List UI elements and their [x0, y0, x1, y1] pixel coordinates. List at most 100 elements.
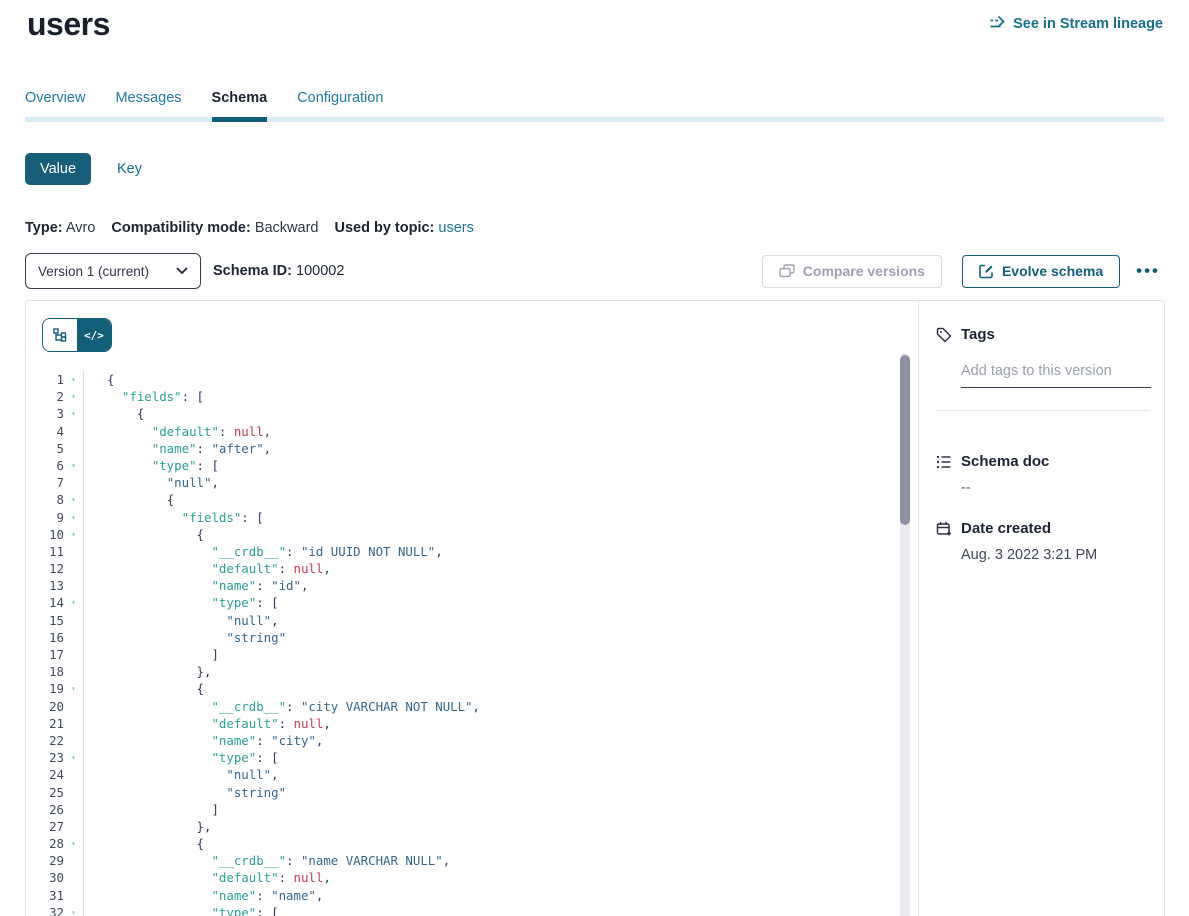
code-text: {: [83, 526, 900, 543]
code-text: "null",: [83, 474, 900, 491]
code-text: "name": "id",: [83, 577, 900, 594]
chevron-down-icon: [176, 267, 188, 275]
fold-gutter-spacer: [64, 474, 83, 491]
compatibility-field: Compatibility mode: Backward: [111, 220, 318, 236]
schema-doc-value: --: [961, 480, 1150, 496]
line-number: 21: [26, 715, 64, 732]
compare-versions-label: Compare versions: [803, 263, 925, 279]
code-lines: 1▾{2▾ "fields": [3▾ {4 "default": null,5…: [26, 371, 900, 916]
evolve-schema-label: Evolve schema: [1002, 263, 1103, 279]
stream-lineage-link[interactable]: See in Stream lineage: [989, 16, 1163, 32]
code-text: "type": [: [83, 457, 900, 474]
more-actions-button[interactable]: •••: [1132, 261, 1164, 281]
code-line: 3▾ {: [26, 405, 900, 422]
fold-toggle-icon[interactable]: ▾: [64, 594, 83, 611]
fold-toggle-icon[interactable]: ▾: [64, 388, 83, 405]
calendar-plus-icon: [936, 521, 952, 537]
line-number: 6: [26, 457, 64, 474]
fold-toggle-icon[interactable]: ▾: [64, 749, 83, 766]
fold-toggle-icon[interactable]: ▾: [64, 457, 83, 474]
fold-gutter-spacer: [64, 560, 83, 577]
tab-configuration[interactable]: Configuration: [297, 90, 383, 106]
code-line: 24 "null",: [26, 766, 900, 783]
code-view-icon: </>: [84, 329, 104, 342]
code-text: "__crdb__": "name VARCHAR NULL",: [83, 852, 900, 869]
tab-overview[interactable]: Overview: [25, 90, 85, 106]
code-line: 29 "__crdb__": "name VARCHAR NULL",: [26, 852, 900, 869]
line-number: 16: [26, 629, 64, 646]
code-line: 32▾ "type": [: [26, 904, 900, 916]
fold-gutter-spacer: [64, 543, 83, 560]
type-label: Type:: [25, 220, 63, 236]
schema-id-value: 100002: [296, 263, 344, 279]
sidebar-divider: [936, 410, 1150, 411]
code-line: 19▾ {: [26, 680, 900, 697]
editor-scrollbar-thumb[interactable]: [900, 355, 910, 525]
code-line: 20 "__crdb__": "city VARCHAR NOT NULL",: [26, 698, 900, 715]
version-select[interactable]: Version 1 (current): [25, 253, 201, 289]
fold-toggle-icon[interactable]: ▾: [64, 904, 83, 916]
schema-sidebar: Tags Schema doc --: [918, 301, 1164, 916]
code-line: 28▾ {: [26, 835, 900, 852]
compare-versions-button[interactable]: Compare versions: [762, 255, 942, 288]
code-line: 2▾ "fields": [: [26, 388, 900, 405]
editor-scrollbar-track[interactable]: [900, 353, 910, 916]
code-text: "string": [83, 784, 900, 801]
fold-gutter-spacer: [64, 577, 83, 594]
version-toolbar: Version 1 (current) Schema ID: 100002 Co…: [25, 253, 1164, 289]
code-text: "default": null,: [83, 715, 900, 732]
fold-gutter-spacer: [64, 869, 83, 886]
line-number: 17: [26, 646, 64, 663]
code-line: 15 "null",: [26, 612, 900, 629]
code-line: 27 },: [26, 818, 900, 835]
tab-messages[interactable]: Messages: [115, 90, 181, 106]
line-number: 12: [26, 560, 64, 577]
code-line: 14▾ "type": [: [26, 594, 900, 611]
stream-lineage-label: See in Stream lineage: [1013, 16, 1163, 32]
line-number: 2: [26, 388, 64, 405]
code-text: "__crdb__": "city VARCHAR NOT NULL",: [83, 698, 900, 715]
fold-toggle-icon[interactable]: ▾: [64, 680, 83, 697]
schema-card: </> 1▾{2▾ "fields": [3▾ {4 "default": nu…: [25, 300, 1165, 916]
line-number: 28: [26, 835, 64, 852]
editor-toolbar: </>: [26, 301, 918, 353]
fold-toggle-icon[interactable]: ▾: [64, 509, 83, 526]
code-text: "name": "name",: [83, 887, 900, 904]
code-text: ]: [83, 801, 900, 818]
line-number: 20: [26, 698, 64, 715]
line-number: 14: [26, 594, 64, 611]
fold-toggle-icon[interactable]: ▾: [64, 405, 83, 422]
code-line: 9▾ "fields": [: [26, 509, 900, 526]
fold-toggle-icon[interactable]: ▾: [64, 526, 83, 543]
key-toggle-button[interactable]: Key: [117, 161, 142, 177]
fold-toggle-icon[interactable]: ▾: [64, 835, 83, 852]
fold-toggle-icon[interactable]: ▾: [64, 371, 83, 388]
code-text: "null",: [83, 612, 900, 629]
line-number: 26: [26, 801, 64, 818]
line-number: 30: [26, 869, 64, 886]
code-view-button[interactable]: </>: [77, 319, 111, 351]
line-number: 29: [26, 852, 64, 869]
code-line: 26 ]: [26, 801, 900, 818]
line-number: 10: [26, 526, 64, 543]
tree-view-button[interactable]: [43, 319, 77, 351]
compatibility-label: Compatibility mode:: [111, 220, 250, 236]
code-text: "fields": [: [83, 509, 900, 526]
fold-toggle-icon[interactable]: ▾: [64, 491, 83, 508]
line-number: 19: [26, 680, 64, 697]
code-text: "name": "city",: [83, 732, 900, 749]
fold-gutter-spacer: [64, 732, 83, 749]
add-tags-input[interactable]: [961, 363, 1151, 388]
tab-schema[interactable]: Schema: [212, 90, 268, 106]
fold-gutter-spacer: [64, 612, 83, 629]
fold-gutter-spacer: [64, 818, 83, 835]
stream-lineage-icon: [989, 16, 1006, 32]
code-line: 7 "null",: [26, 474, 900, 491]
evolve-schema-button[interactable]: Evolve schema: [962, 255, 1120, 288]
tag-icon: [936, 327, 952, 343]
code-text: {: [83, 371, 900, 388]
value-toggle-button[interactable]: Value: [25, 153, 91, 185]
topic-link[interactable]: users: [438, 220, 473, 236]
code-line: 23▾ "type": [: [26, 749, 900, 766]
value-key-toggle: Value Key: [25, 153, 142, 185]
